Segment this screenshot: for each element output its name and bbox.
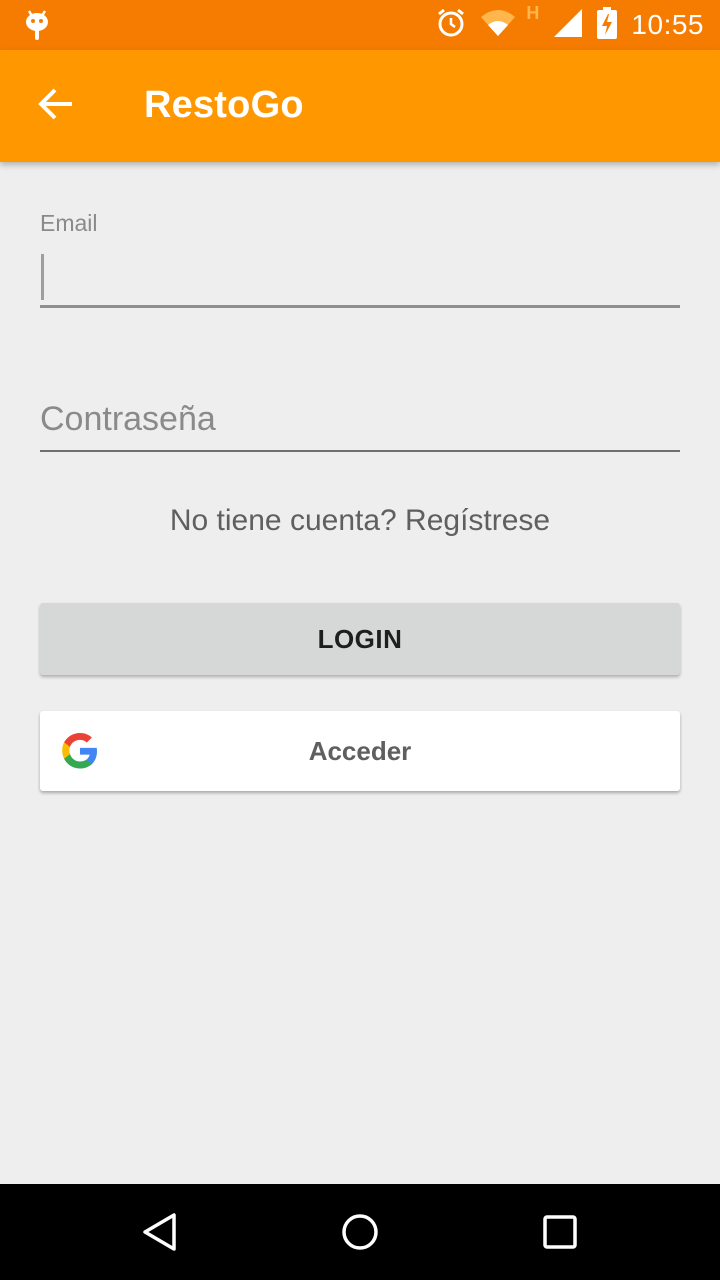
network-type-label: H [526,2,540,23]
email-label: Email [40,210,98,236]
back-button[interactable] [30,80,82,132]
app-title: RestoGo [144,84,304,126]
password-placeholder: Contraseña [40,400,216,438]
google-sign-in-button[interactable]: Acceder [40,711,680,791]
google-button-label: Acceder [308,735,412,766]
email-field[interactable] [40,244,680,308]
recents-square-icon[interactable] [536,1208,584,1256]
alarm-icon [436,8,466,43]
password-field[interactable]: Contraseña [40,392,680,452]
clock-time: 10:55 [631,9,704,40]
signal-icon [553,8,583,43]
arrow-back-icon [38,88,74,125]
login-button[interactable]: LOGIN [40,603,680,675]
battery-charging-icon [597,6,618,44]
wifi-icon [480,9,516,42]
register-link[interactable]: No tiene cuenta? Regístrese [0,504,720,538]
home-circle-icon[interactable] [336,1208,384,1256]
back-triangle-icon[interactable] [136,1208,184,1256]
app-bar: RestoGo [0,50,720,162]
navigation-bar [0,1184,720,1280]
text-cursor [41,254,44,300]
status-bar: H 10:55 [0,0,720,50]
android-icon [22,8,52,42]
